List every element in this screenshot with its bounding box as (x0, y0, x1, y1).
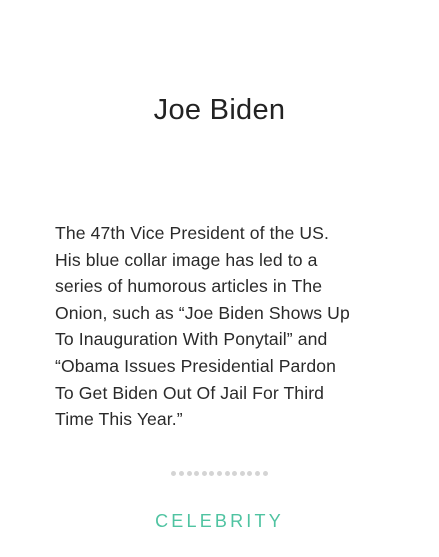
divider-dot (262, 471, 268, 476)
divider-dot (201, 471, 207, 476)
description-line: Onion, such as “Joe Biden Shows Up (55, 302, 350, 323)
dotted-divider (0, 471, 439, 476)
divider-dot (217, 471, 222, 476)
description-line: “Obama Issues Presidential Pardon (55, 355, 337, 376)
description-line: To Inauguration With Ponytail” and (55, 329, 328, 350)
divider-dot (186, 471, 192, 476)
divider-dot (232, 471, 238, 476)
divider-dot (171, 471, 177, 476)
card-description: The 47th Vice President of the US. His b… (55, 220, 400, 433)
description-line: His blue collar image has led to a (55, 249, 318, 270)
description-line: Time This Year.” (55, 409, 183, 430)
divider-dot (254, 471, 260, 476)
divider-dot (209, 471, 215, 476)
divider-dot (247, 471, 253, 476)
divider-dot (194, 471, 200, 476)
divider-dot (179, 471, 185, 476)
description-line: To Get Biden Out Of Jail For Third (55, 382, 325, 403)
card-title: Joe Biden (153, 94, 286, 126)
trivia-card: Joe Biden The 47th Vice President of the… (0, 0, 439, 557)
description-line: The 47th Vice President of the US. (55, 223, 329, 243)
category-label: CELEBRITY (155, 511, 284, 531)
description-line: series of humorous articles in The (55, 276, 323, 297)
divider-dot (224, 471, 230, 476)
divider-dot (239, 471, 245, 476)
